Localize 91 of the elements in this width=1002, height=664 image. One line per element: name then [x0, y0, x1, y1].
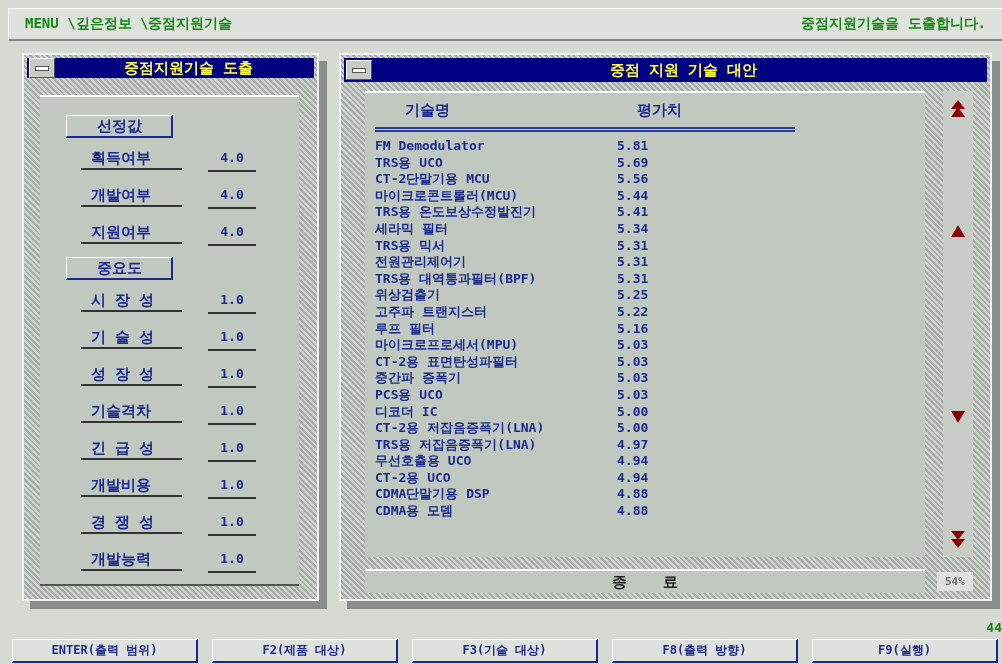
score-value: 4.94 — [617, 453, 649, 470]
score-value: 4.97 — [617, 436, 649, 454]
counter: 44 — [986, 620, 1002, 635]
technology-name: CT-2단말기용 MCU — [375, 171, 491, 188]
criterion-label: 개발능력 — [81, 547, 182, 571]
breadcrumb: MENU \깊은정보 \중점지원기술 — [25, 15, 233, 33]
criterion-value-field[interactable]: 1.0 — [208, 362, 256, 388]
function-key-button[interactable]: F2(제품 대상) — [212, 639, 398, 663]
function-key-button[interactable]: F9(실행) — [812, 639, 998, 663]
scroll-top-icon[interactable] — [950, 99, 966, 119]
criterion-label: 성 장 성 — [81, 362, 182, 386]
technology-name: TRS용 UCO — [375, 154, 444, 172]
score-value: 5.25 — [617, 287, 649, 304]
criterion-value-field[interactable]: 1.0 — [208, 510, 256, 536]
technology-name: 고주파 트랜지스터 — [375, 303, 488, 321]
function-key-button[interactable]: F8(출력 방향) — [612, 639, 798, 663]
criterion-value-field[interactable]: 1.0 — [208, 547, 256, 573]
criterion-label: 개발여부 — [81, 183, 182, 207]
status-message: 중점지원기술을 도출합니다. — [801, 15, 986, 33]
score-value: 5.03 — [617, 386, 649, 404]
technology-name: TRS용 믹서 — [375, 237, 447, 255]
function-key-button[interactable]: ENTER(출력 범위) — [12, 639, 198, 663]
technology-name: TRS용 온도보상수정발진기 — [375, 204, 538, 221]
panel-title: 중점 지원 기술 대안 — [608, 60, 759, 80]
score-value: 5.81 — [617, 138, 649, 155]
score-value: 5.41 — [617, 204, 649, 221]
technology-name: TRS용 대역통과필터(BPF) — [375, 270, 538, 288]
score-value: 5.31 — [617, 237, 649, 255]
technology-name: 전원관리제어기 — [375, 254, 467, 271]
criterion-label: 획득여부 — [81, 146, 182, 170]
technology-name: 세라믹 필터 — [375, 220, 449, 238]
score-value: 5.34 — [617, 220, 649, 238]
criterion-label: 기술격차 — [81, 399, 182, 423]
score-value: 4.88 — [617, 486, 649, 504]
technology-name: 마이크로콘트롤러(MCU) — [375, 187, 520, 205]
criterion-label: 경 쟁 성 — [81, 510, 182, 534]
score-value: 5.56 — [617, 171, 649, 188]
function-key-button[interactable]: F3(기술 대상) — [412, 639, 598, 663]
criterion-value-field[interactable]: 1.0 — [208, 473, 256, 499]
score-value: 5.00 — [617, 420, 649, 437]
criterion-label: 긴 급 성 — [81, 436, 182, 460]
section-header: 중요도 — [66, 257, 173, 280]
score-value: 5.31 — [617, 254, 649, 271]
score-value: 5.03 — [617, 353, 649, 371]
score-value: 5.03 — [617, 337, 649, 354]
column-header: 기술명 — [404, 101, 451, 121]
technology-name: 디코더 IC — [375, 403, 439, 421]
scroll-down-icon[interactable] — [951, 411, 965, 423]
technology-name: CT-2용 UCO — [375, 469, 452, 487]
criterion-value-field[interactable]: 1.0 — [208, 325, 256, 351]
criterion-label: 기 술 성 — [81, 325, 182, 349]
score-value: 4.88 — [617, 503, 649, 520]
score-value: 5.31 — [617, 270, 649, 288]
criterion-value-field[interactable]: 4.0 — [208, 183, 256, 209]
criterion-label: 개발비용 — [81, 473, 182, 497]
criterion-value-field[interactable]: 1.0 — [208, 399, 256, 425]
window-menu-button[interactable] — [346, 60, 372, 80]
score-value: 4.94 — [617, 469, 649, 487]
criterion-value-field[interactable]: 1.0 — [208, 288, 256, 314]
technology-name: CT-2용 저잡음증폭기(LNA) — [375, 420, 546, 437]
progress-indicator: 54% — [937, 571, 973, 591]
technology-name: CDMA단말기용 DSP — [375, 486, 491, 504]
technology-name: CT-2용 표면탄성파필터 — [375, 353, 520, 371]
close-button[interactable]: 종 료 — [365, 569, 925, 593]
column-header: 평가치 — [637, 101, 682, 121]
window-menu-button[interactable] — [29, 58, 55, 78]
technology-name: 위상검출기 — [375, 287, 441, 304]
technology-name: TRS용 저잡음증폭기(LNA) — [375, 436, 538, 454]
scroll-up-icon[interactable] — [951, 225, 965, 237]
panel-title: 중점지원기술 도출 — [123, 58, 254, 78]
technology-name: 중간파 증폭기 — [375, 370, 462, 387]
criterion-value-field[interactable]: 4.0 — [208, 146, 256, 172]
score-value: 5.69 — [617, 154, 649, 172]
technology-name: PCS용 UCO — [375, 386, 444, 404]
section-header: 선정값 — [66, 115, 173, 138]
scroll-bottom-icon[interactable] — [950, 529, 966, 549]
technology-name: 마이크로프로세서(MPU) — [375, 337, 520, 354]
criterion-label: 지원여부 — [81, 220, 182, 244]
criterion-label: 시 장 성 — [81, 288, 182, 312]
technology-name: 루프 필터 — [375, 320, 436, 338]
score-value: 5.16 — [617, 320, 649, 338]
score-value: 5.00 — [617, 403, 649, 421]
criterion-value-field[interactable]: 4.0 — [208, 220, 256, 246]
technology-name: CDMA용 모뎀 — [375, 503, 455, 520]
score-value: 5.03 — [617, 370, 649, 387]
score-value: 5.44 — [617, 187, 649, 205]
technology-name: FM Demodulator — [375, 138, 486, 155]
technology-name: 무선호출용 UCO — [375, 453, 473, 470]
criterion-value-field[interactable]: 1.0 — [208, 436, 256, 462]
scrollbar[interactable] — [943, 91, 973, 557]
score-value: 5.22 — [617, 303, 649, 321]
